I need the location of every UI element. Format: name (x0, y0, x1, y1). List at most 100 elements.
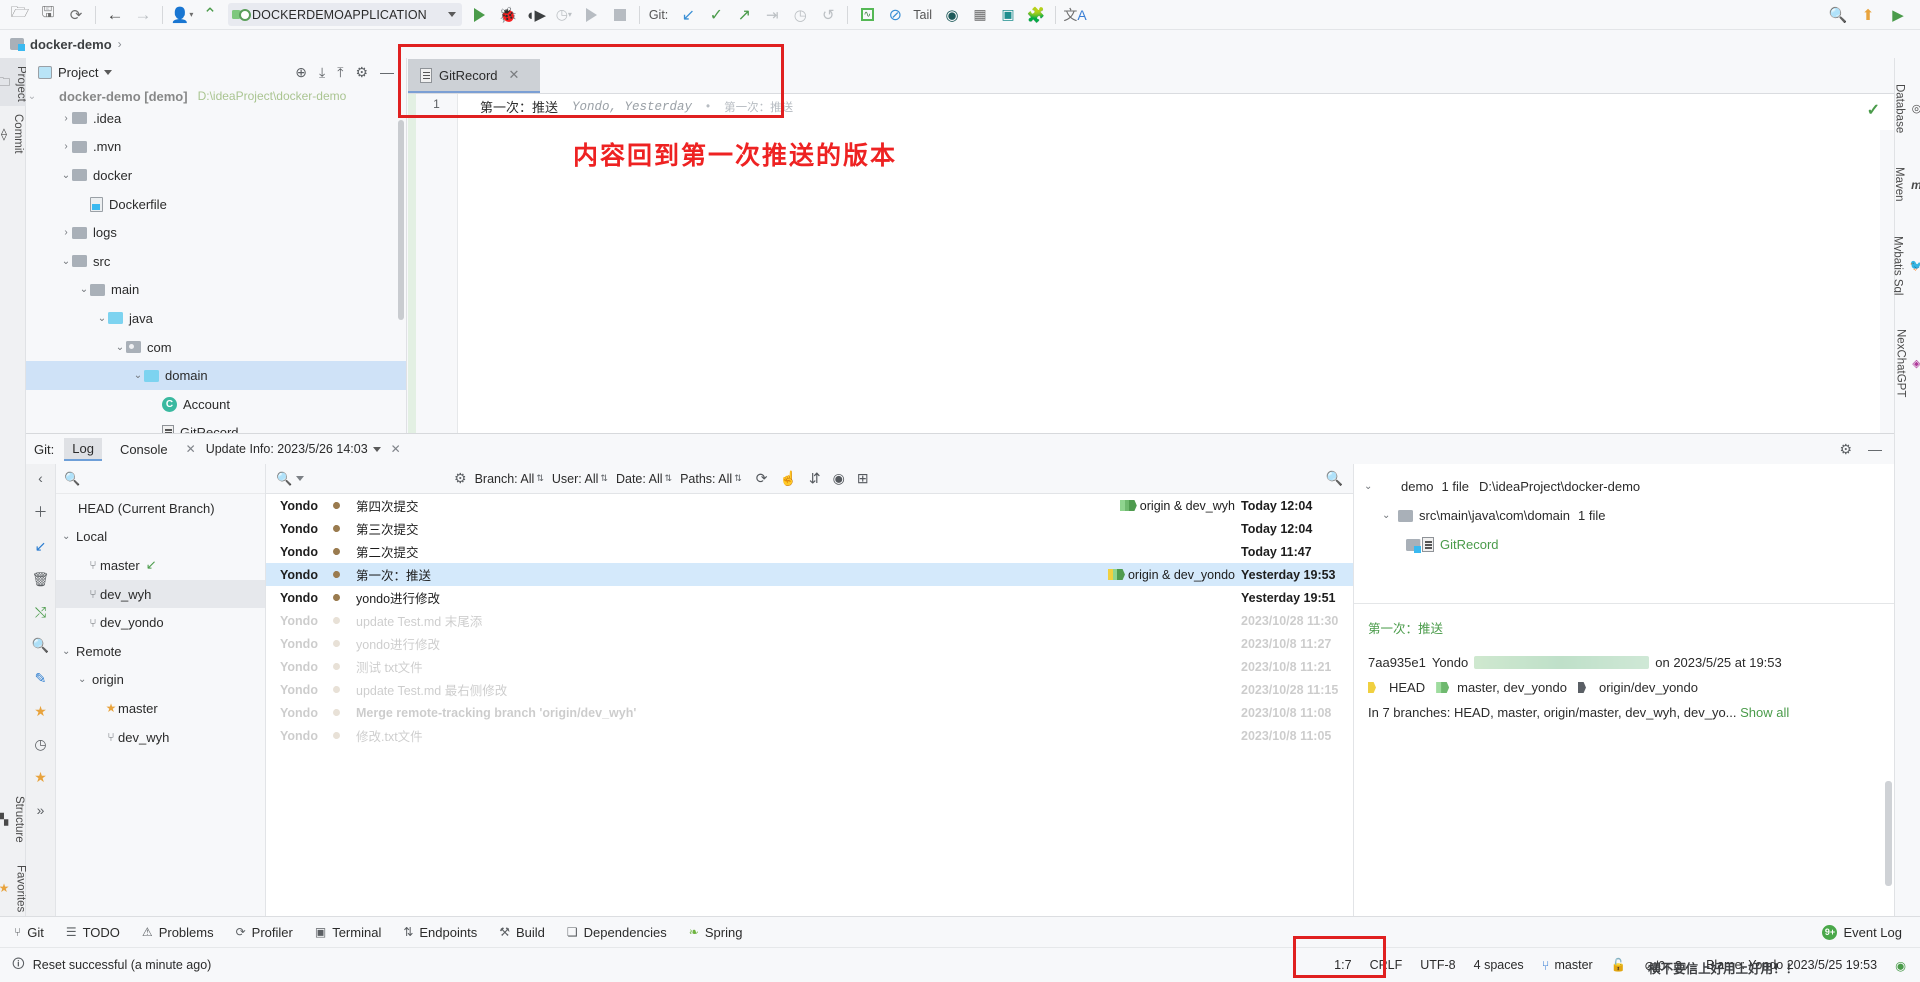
back-icon[interactable]: ← (101, 2, 129, 28)
editor-tab-gitrecord[interactable]: GitRecord ✕ (408, 59, 540, 93)
add-branch-icon[interactable]: ＋ (34, 502, 48, 522)
branch-row-master[interactable]: ⑂ master ↙ (56, 551, 265, 580)
branch-row-head[interactable]: HEAD (Current Branch) (56, 494, 265, 523)
no-entry-icon[interactable]: ⊘ (881, 2, 909, 28)
changed-files-folder-row[interactable]: ⌄ src\main\java\com\domain 1 file (1364, 501, 1894, 530)
tree-row-domain[interactable]: ⌄ domain (26, 361, 406, 390)
close-icon[interactable]: ✕ (509, 67, 520, 83)
sidebar-item-maven[interactable]: m Maven (1893, 161, 1920, 208)
commit-rows[interactable]: Yondo 第四次提交 origin & dev_wyh Today 12:04… (266, 494, 1353, 926)
open-folder-icon[interactable]: 🗁 (6, 2, 34, 28)
sidebar-item-nexchatgpt[interactable]: ◈ NexChatGPT (1894, 323, 1920, 403)
profiler-user-icon[interactable]: 👤 ▾ (168, 2, 196, 28)
blame-widget[interactable]: Blame: Yondo 2023/5/25 19:53 横不要信上好用上好用！… (1648, 958, 1877, 976)
tool-window-build[interactable]: ⚒ Build (499, 925, 545, 940)
tree-row-idea[interactable]: › .idea (26, 104, 406, 133)
run-with-coverage-button[interactable]: ◖▶ (522, 2, 550, 28)
branch-group-local[interactable]: ⌄ Local (56, 523, 265, 552)
table-row[interactable]: Yondo 第四次提交 origin & dev_wyh Today 12:04 (266, 494, 1353, 517)
database-tool-icon[interactable]: ▣ (994, 2, 1022, 28)
settings-gear-icon[interactable]: ⚙ (1839, 441, 1852, 458)
profile-run-button[interactable]: ◷ ▾ (550, 2, 578, 28)
tool-window-spring[interactable]: ❧ Spring (689, 925, 743, 940)
table-row[interactable]: Yondo update Test.md 末尾添 2023/10/28 11:3… (266, 609, 1353, 632)
favorite-star-icon[interactable]: ★ (34, 703, 47, 720)
sidebar-item-mybatis-sql[interactable]: 🐦 Mybatis Sql (1892, 230, 1920, 301)
refresh-icon[interactable]: ⟳ (756, 470, 768, 487)
git-history-icon[interactable]: ◷ (786, 2, 814, 28)
delete-icon[interactable]: 🗑 (32, 571, 50, 588)
table-row[interactable]: Yondo 测试 txt文件 2023/10/8 11:21 (266, 655, 1353, 678)
sidebar-item-commit[interactable]: Commit ⟠ (1, 106, 24, 158)
inspection-status-icon[interactable]: ✓ (1867, 100, 1880, 120)
forward-icon[interactable]: → (129, 2, 157, 28)
project-tree-scrollbar[interactable] (398, 120, 404, 320)
close-update-info-icon[interactable]: ✕ (391, 442, 401, 456)
breadcrumb-project[interactable]: docker-demo (30, 37, 112, 52)
stop-button[interactable] (606, 2, 634, 28)
translate-icon[interactable]: 文A (1061, 2, 1089, 28)
tool-window-todo[interactable]: ☰ TODO (66, 925, 120, 940)
monitor-icon[interactable]: ∿ (853, 2, 881, 28)
tree-row-java[interactable]: ⌄ java (26, 304, 406, 333)
hide-panel-icon[interactable]: — (1868, 441, 1882, 457)
new-tab-icon[interactable]: ⊞ (857, 470, 869, 487)
sidebar-item-project[interactable]: Project 🗀 (0, 58, 28, 106)
collapse-all-icon[interactable]: ⤒ (337, 65, 343, 79)
changed-files-tree[interactable]: ⌄ demo 1 file D:\ideaProject\docker-demo… (1354, 464, 1894, 604)
filter-paths[interactable]: Paths: All ⇅ (680, 472, 742, 486)
tree-row-root[interactable]: ⌄ docker-demo [demo] D:\ideaProject\dock… (26, 88, 406, 104)
changed-files-module-row[interactable]: ⌄ demo 1 file D:\ideaProject\docker-demo (1364, 472, 1894, 553)
star-outline-icon[interactable]: ★ (34, 769, 47, 786)
status-branch-widget[interactable]: ⑂ master (1542, 958, 1593, 973)
table-row[interactable]: Yondo yondo进行修改 Yesterday 19:51 (266, 586, 1353, 609)
git-push-icon[interactable]: ↗ (730, 2, 758, 28)
table-row[interactable]: Yondo 第三次提交 Today 12:04 (266, 517, 1353, 540)
table-row[interactable]: Yondo 第二次提交 Today 11:47 (266, 540, 1353, 563)
file-encoding[interactable]: UTF-8 (1420, 958, 1455, 972)
sidebar-item-structure[interactable]: Structure ▚ (0, 788, 25, 847)
tree-row-com[interactable]: ⌄ com (26, 333, 406, 362)
tree-row-mvn[interactable]: › .mvn (26, 133, 406, 162)
search-everywhere-icon[interactable]: 🔍 (1824, 2, 1852, 28)
close-console-tab-icon[interactable]: ✕ (186, 442, 196, 456)
history-icon[interactable]: ◷ (34, 736, 46, 753)
event-log-button[interactable]: 9+ Event Log (1822, 924, 1920, 940)
tree-row-account[interactable]: C Account (26, 390, 406, 419)
editor-code-area[interactable]: 第一次：推送 Yondo, Yesterday • 第一次：推送 内容回到第一次… (458, 94, 1894, 433)
git-pull-icon[interactable]: ↙ (35, 538, 47, 555)
search-icon[interactable]: 🔍 (32, 637, 49, 654)
run-button[interactable] (466, 2, 494, 28)
project-tree[interactable]: ⌄ docker-demo [demo] D:\ideaProject\dock… (26, 86, 406, 433)
sidebar-item-favorites[interactable]: Favorites ★ (0, 857, 26, 916)
git-branch-merge-icon[interactable]: ⇥ (758, 2, 786, 28)
filter-branch[interactable]: Branch: All ⇅ (475, 472, 544, 486)
tool-window-git[interactable]: ⑂ Git (14, 925, 44, 940)
search-dark-icon[interactable]: ◉ (938, 2, 966, 28)
tool-window-dependencies[interactable]: ❏ Dependencies (567, 925, 667, 940)
git-merge-icon[interactable]: ⤭ (35, 604, 46, 621)
branch-group-origin[interactable]: ⌄ origin (56, 666, 265, 695)
git-update-icon[interactable]: ↙ (674, 2, 702, 28)
expand-all-icon[interactable]: ⤓ (319, 65, 325, 79)
editor-marker-strip[interactable] (1880, 130, 1894, 433)
details-scrollbar[interactable] (1885, 781, 1892, 886)
tree-row-src[interactable]: ⌄ src (26, 247, 406, 276)
indent-setting[interactable]: 4 spaces (1474, 958, 1524, 972)
tree-row-logs[interactable]: › logs (26, 218, 406, 247)
sidebar-item-database[interactable]: ◎ Database (1894, 78, 1920, 139)
run-configuration-selector[interactable]: DOCKERDEMOAPPLICATION (228, 3, 462, 26)
show-all-branches-link[interactable]: Show all (1740, 705, 1789, 720)
branch-row-origin-master[interactable]: ★ master (56, 694, 265, 723)
filter-date[interactable]: Date: All ⇅ (616, 472, 672, 486)
tree-row-main[interactable]: ⌄ main (26, 276, 406, 305)
collapse-left-icon[interactable]: ‹ (38, 470, 43, 486)
more-icon[interactable]: » (37, 802, 45, 818)
save-all-icon[interactable]: 🖫 (34, 2, 62, 28)
settings-gear-icon[interactable]: ⚙ (355, 65, 368, 79)
edit-icon[interactable]: ✎ (35, 670, 47, 687)
table-row[interactable]: Yondo 修改.txt文件 2023/10/8 11:05 (266, 724, 1353, 747)
tab-log[interactable]: Log (64, 437, 102, 461)
log-search-icon[interactable]: 🔍 (1326, 470, 1343, 487)
tool-window-problems[interactable]: ⚠ Problems (142, 925, 214, 940)
